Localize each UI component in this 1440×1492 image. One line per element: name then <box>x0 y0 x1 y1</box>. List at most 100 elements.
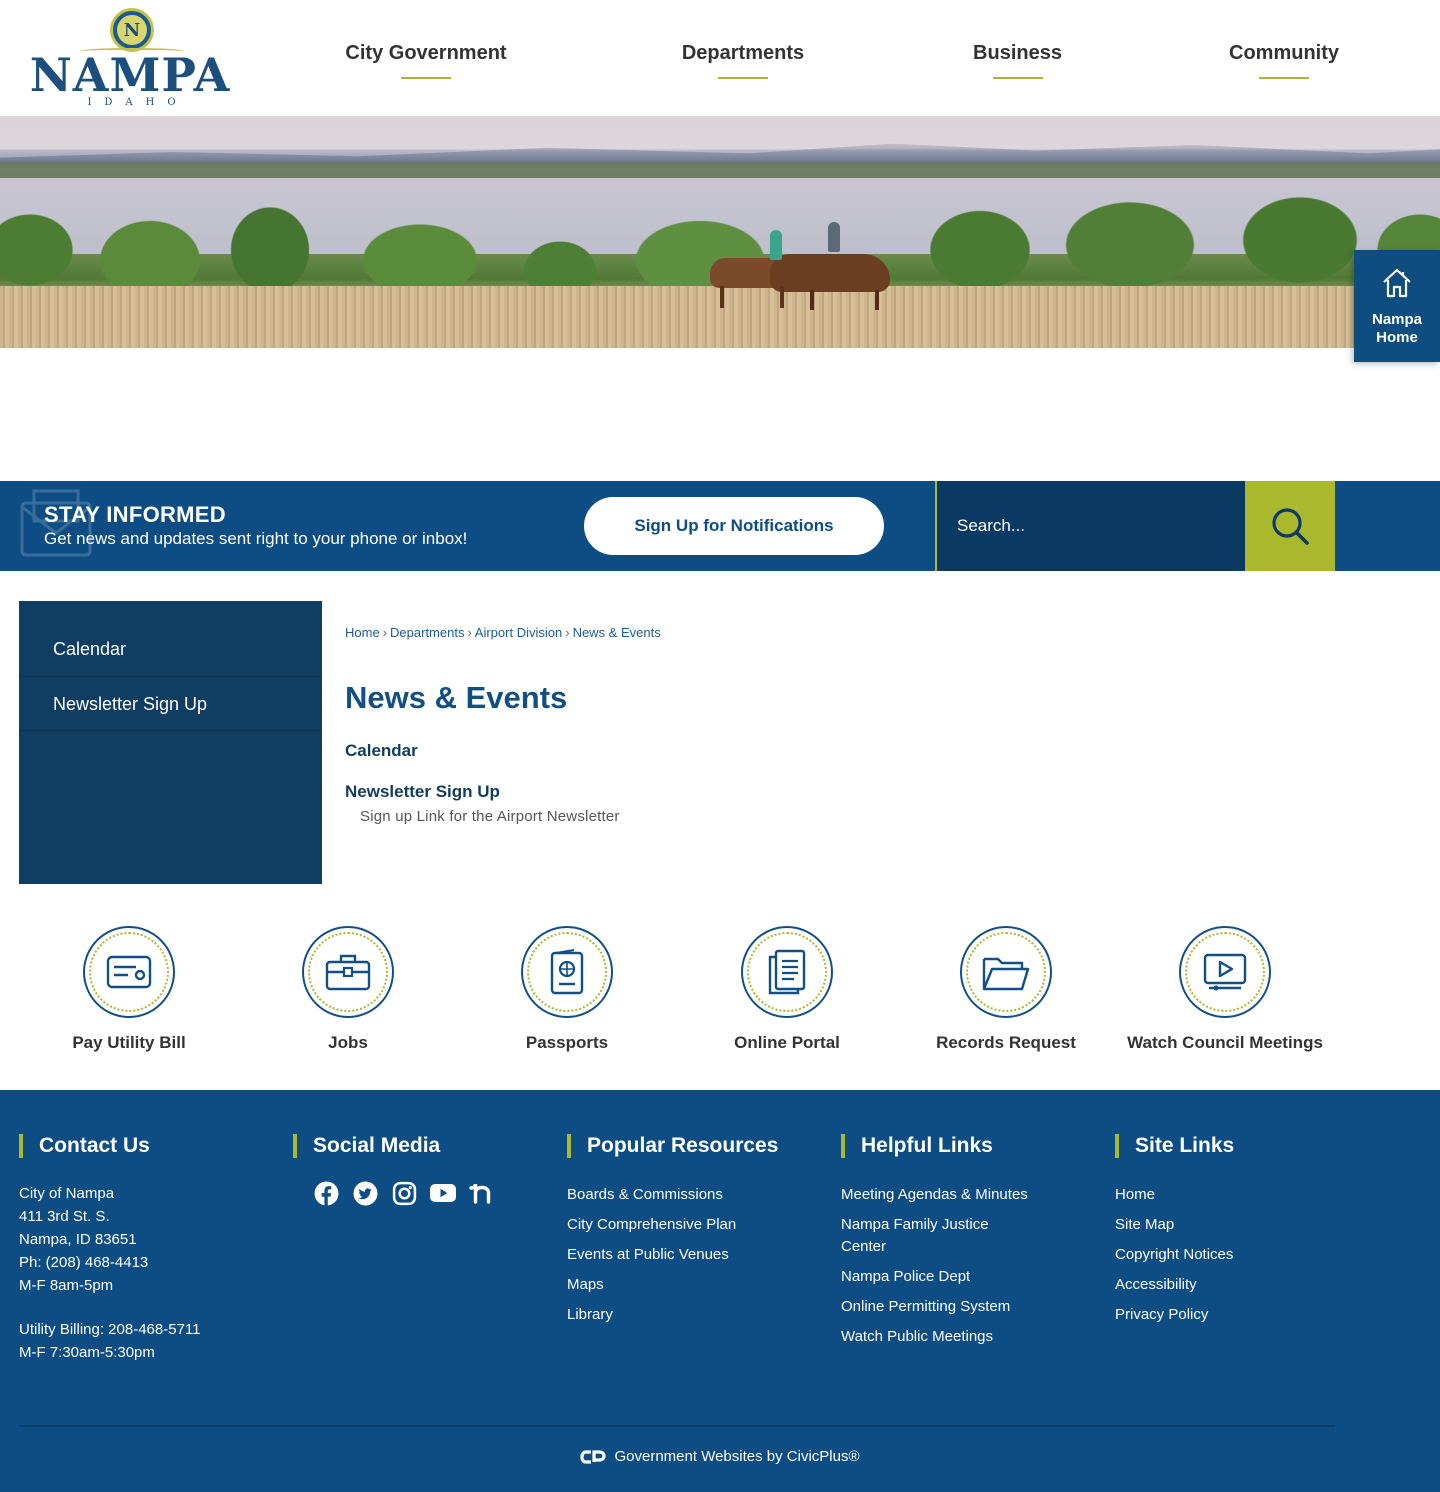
sidebar-item-newsletter[interactable]: Newsletter Sign Up <box>19 677 322 731</box>
quick-link-label: Online Portal <box>734 1033 840 1052</box>
footer-link-home[interactable]: Home <box>1115 1184 1365 1206</box>
seal-letter: N <box>117 15 147 45</box>
footer-link-comprehensive-plan[interactable]: City Comprehensive Plan <box>567 1214 817 1236</box>
utility-bill-icon <box>106 955 152 989</box>
house-icon <box>1383 268 1411 298</box>
logo-wordmark: NAMPA <box>29 48 231 102</box>
breadcrumb: Home › Departments › Airport Division › News &… <box>345 625 1345 640</box>
facebook-icon[interactable] <box>313 1180 339 1206</box>
contact-line: City of Nampa <box>19 1185 115 1202</box>
breadcrumb-separator: › <box>382 625 388 640</box>
quick-link-watch-council-meetings[interactable]: Watch Council Meetings <box>1115 926 1335 1053</box>
search-icon <box>1272 508 1309 545</box>
breadcrumb-separator: › <box>467 625 472 640</box>
instagram-icon[interactable] <box>391 1180 417 1206</box>
twitter-icon[interactable] <box>352 1180 378 1206</box>
contact-line: M-F 7:30am-5:30pm <box>19 1344 155 1361</box>
site-header: N NAMPA IDAHO City Government Department… <box>0 0 1440 116</box>
briefcase-icon <box>325 954 371 991</box>
civicplus-credit: Government Websites by CivicPlus® <box>0 1448 1440 1465</box>
breadcrumb-home[interactable]: Home <box>345 625 380 640</box>
passport-icon <box>550 949 584 995</box>
stay-informed-subtitle: Get news and updates sent right to your … <box>44 529 468 548</box>
nav-community[interactable]: Community <box>1225 42 1343 79</box>
footer-social-media: Social Media <box>293 1134 543 1206</box>
contact-address: City of Nampa 411 3rd St. S. Nampa, ID 8… <box>19 1182 269 1364</box>
footer-link-boards-commissions[interactable]: Boards & Commissions <box>567 1184 817 1206</box>
footer-link-accessibility[interactable]: Accessibility <box>1115 1274 1365 1296</box>
youtube-icon[interactable] <box>430 1180 456 1206</box>
footer-link-permitting-system[interactable]: Online Permitting System <box>841 1296 1071 1318</box>
sign-up-notifications-button[interactable]: Sign Up for Notifications <box>584 497 884 555</box>
nampa-logo[interactable]: N NAMPA IDAHO <box>18 8 242 108</box>
quick-link-label: Passports <box>525 1033 609 1052</box>
home-tab-label-2: Home <box>1376 329 1418 346</box>
nav-city-government[interactable]: City Government <box>342 42 510 79</box>
newsletter-description: Sign up Link for the Airport Newsletter <box>360 808 620 825</box>
footer-heading-contact: Contact Us <box>19 1134 269 1158</box>
footer-link-copyright[interactable]: Copyright Notices <box>1115 1244 1365 1266</box>
site-footer: Contact Us City of Nampa 411 3rd St. S. … <box>0 1090 1440 1492</box>
hero-horse-riders <box>700 218 910 310</box>
civicplus-logo-icon <box>580 1450 607 1464</box>
nextdoor-icon[interactable] <box>469 1180 495 1206</box>
quick-link-label: Watch Council Meetings <box>1127 1033 1323 1052</box>
city-seal-icon: N <box>110 8 154 52</box>
document-icon <box>768 949 806 995</box>
calendar-link[interactable]: Calendar <box>345 741 1345 761</box>
quick-link-jobs[interactable]: Jobs <box>238 926 458 1053</box>
newsletter-sign-up-link[interactable]: Newsletter Sign Up <box>345 782 1345 802</box>
quick-link-online-portal[interactable]: Online Portal <box>677 926 897 1053</box>
footer-link-public-venues[interactable]: Events at Public Venues <box>567 1244 817 1266</box>
breadcrumb-departments[interactable]: Departments <box>390 625 464 640</box>
stay-informed-bar: STAY INFORMED Get news and updates sent … <box>0 481 1440 571</box>
footer-divider <box>19 1425 1335 1427</box>
quick-link-passports[interactable]: Passports <box>457 926 677 1053</box>
quick-link-pay-utility-bill[interactable]: Pay Utility Bill <box>19 926 239 1053</box>
sidebar-item-calendar[interactable]: Calendar <box>19 601 322 677</box>
breadcrumb-separator: › <box>565 625 570 640</box>
footer-heading-popular: Popular Resources <box>567 1134 817 1158</box>
footer-link-maps[interactable]: Maps <box>567 1274 817 1296</box>
logo-state: IDAHO <box>87 97 189 108</box>
footer-heading-social: Social Media <box>293 1134 543 1158</box>
nav-business[interactable]: Business <box>972 42 1063 79</box>
quick-link-records-request[interactable]: Records Request <box>896 926 1116 1053</box>
folder-icon <box>982 957 1030 991</box>
video-icon <box>1203 953 1247 991</box>
section-sidebar: Calendar Newsletter Sign Up <box>19 601 322 884</box>
breadcrumb-airport-division[interactable]: Airport Division <box>475 625 562 640</box>
search-box <box>935 481 1245 571</box>
breadcrumb-news-events[interactable]: News & Events <box>573 625 661 640</box>
quick-link-label: Pay Utility Bill <box>72 1033 186 1052</box>
main-content: Home › Departments › Airport Division › News &… <box>345 625 1345 825</box>
civicplus-link[interactable]: Government Websites by CivicPlus® <box>614 1448 859 1465</box>
footer-link-library[interactable]: Library <box>567 1304 817 1326</box>
footer-link-privacy[interactable]: Privacy Policy <box>1115 1304 1365 1326</box>
hero-shoreline <box>0 162 1440 178</box>
quick-link-label: Jobs <box>328 1033 368 1052</box>
home-tab-label-1: Nampa <box>1371 311 1423 328</box>
footer-helpful-links: Helpful Links Meeting Agendas & Minutes … <box>841 1134 1071 1356</box>
nampa-home-tab[interactable]: Nampa Home <box>1354 250 1440 362</box>
footer-link-public-meetings[interactable]: Watch Public Meetings <box>841 1326 1071 1348</box>
footer-link-police-dept[interactable]: Nampa Police Dept <box>841 1266 1071 1288</box>
footer-site-links: Site Links Home Site Map Copyright Notic… <box>1115 1134 1365 1334</box>
search-button[interactable] <box>1245 481 1335 571</box>
contact-line: Ph: (208) 468-4413 <box>19 1254 149 1271</box>
footer-popular-resources: Popular Resources Boards & Commissions C… <box>567 1134 817 1334</box>
contact-line: M-F 8am-5pm <box>19 1277 114 1294</box>
footer-heading-helpful: Helpful Links <box>841 1134 1071 1158</box>
quick-link-label: Records Request <box>936 1033 1076 1052</box>
contact-line: Nampa, ID 83651 <box>19 1231 137 1248</box>
footer-heading-site: Site Links <box>1115 1134 1365 1158</box>
quick-links: Pay Utility Bill Jobs Passports Online P… <box>0 926 1440 1066</box>
search-input[interactable] <box>957 514 1237 538</box>
footer-link-meeting-agendas[interactable]: Meeting Agendas & Minutes <box>841 1184 1071 1206</box>
stay-informed-title: STAY INFORMED <box>44 502 226 527</box>
footer-link-site-map[interactable]: Site Map <box>1115 1214 1365 1236</box>
contact-line: 411 3rd St. S. <box>19 1208 110 1225</box>
nav-departments[interactable]: Departments <box>676 42 810 79</box>
hero-banner-image <box>0 116 1440 348</box>
footer-link-family-justice-center[interactable]: Nampa Family Justice Center <box>841 1214 1021 1258</box>
